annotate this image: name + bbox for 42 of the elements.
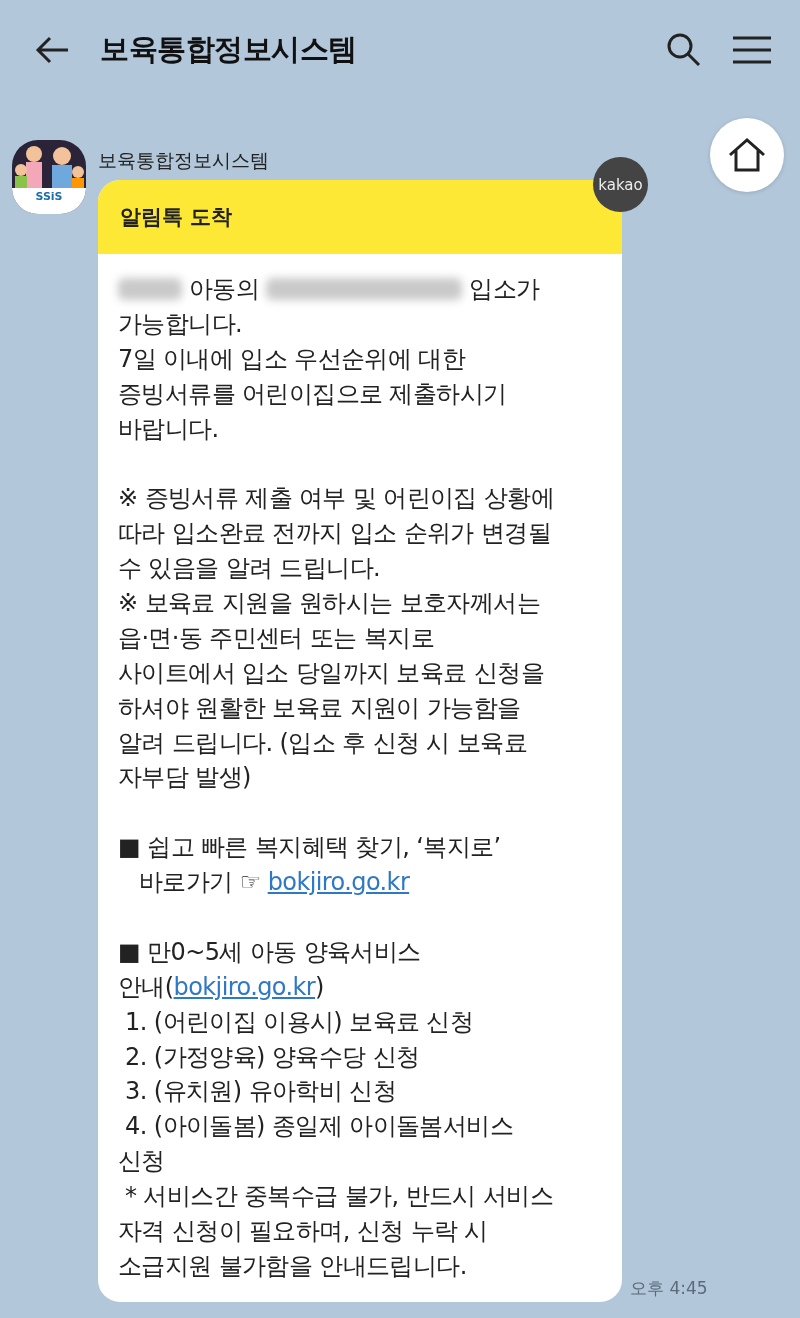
- profile-avatar[interactable]: SSiS: [12, 140, 86, 214]
- home-button[interactable]: [710, 118, 784, 192]
- message-line: ※ 증빙서류 제출 여부 및 어린이집 상황에: [118, 483, 556, 515]
- message-line: 자부담 발생): [118, 762, 252, 794]
- message-line: 알려 드립니다. (입소 후 신청 시 보육료: [118, 727, 528, 759]
- message-line: 사이트에서 입소 당일까지 보육료 신청을: [118, 657, 545, 689]
- message-line: 4. (아이돌봄) 종일제 아이돌봄서비스: [124, 1111, 514, 1143]
- message-time: 오후 4:45: [630, 1276, 708, 1300]
- message-line: 3. (유치원) 유아학비 신청: [124, 1076, 397, 1108]
- message-text: 아동의: [188, 275, 261, 303]
- message-line: 하셔야 원활한 보육료 지원이 가능함을: [118, 692, 522, 724]
- message-text: 바로가기 ☞: [138, 868, 262, 897]
- blurred-text: [118, 278, 182, 300]
- message-line: 2. (가정양육) 양육수당 신청: [124, 1041, 421, 1073]
- message-line: 소급지원 불가함을 안내드립니다.: [118, 1250, 468, 1282]
- message-line: 바랍니다.: [118, 413, 220, 445]
- message-line: 신청: [118, 1146, 166, 1178]
- message-line: 자격 신청이 필요하며, 신청 누락 시: [118, 1216, 489, 1248]
- message-line: ※ 보육료 지원을 원하시는 보호자께서는: [118, 588, 542, 619]
- search-button[interactable]: [666, 32, 702, 68]
- sender-name: 보육통합정보시스템: [98, 148, 270, 173]
- message-line: * 서비스간 중복수급 불가, 반드시 서비스: [124, 1181, 554, 1213]
- avatar-logo: SSiS: [35, 190, 63, 205]
- back-button[interactable]: [34, 35, 70, 65]
- home-icon: [727, 137, 767, 173]
- message-line: 1. (어린이집 이용시) 보육료 신청: [124, 1006, 475, 1038]
- message-text: ): [315, 972, 324, 1001]
- link[interactable]: bokjiro.go.kr: [267, 868, 410, 897]
- menu-button[interactable]: [732, 35, 772, 65]
- message-line: 따라 입소완료 전까지 입소 순위가 변경될: [118, 518, 552, 550]
- message-line: ■ 쉽고 빠른 복지혜택 찾기, ‘복지로’: [118, 832, 502, 864]
- message-text: 입소가: [468, 275, 540, 303]
- message-line: 읍·면·동 주민센터 또는 복지로: [118, 622, 435, 654]
- message-line: ■ 만0~5세 아동 양육서비스: [118, 936, 422, 968]
- kakao-badge: kakao: [593, 157, 648, 212]
- message-line: 증빙서류를 어린이집으로 제출하시기: [118, 378, 508, 410]
- window-title: 보육통합정보시스템: [100, 31, 358, 68]
- message-line: 가능합니다.: [118, 308, 244, 340]
- link[interactable]: bokjiro.go.kr: [173, 972, 316, 1001]
- message-line: 수 있음을 알려 드립니다.: [118, 553, 382, 585]
- message-line: 7일 이내에 입소 우선순위에 대한: [118, 343, 467, 375]
- message-text: 안내(: [118, 972, 174, 1001]
